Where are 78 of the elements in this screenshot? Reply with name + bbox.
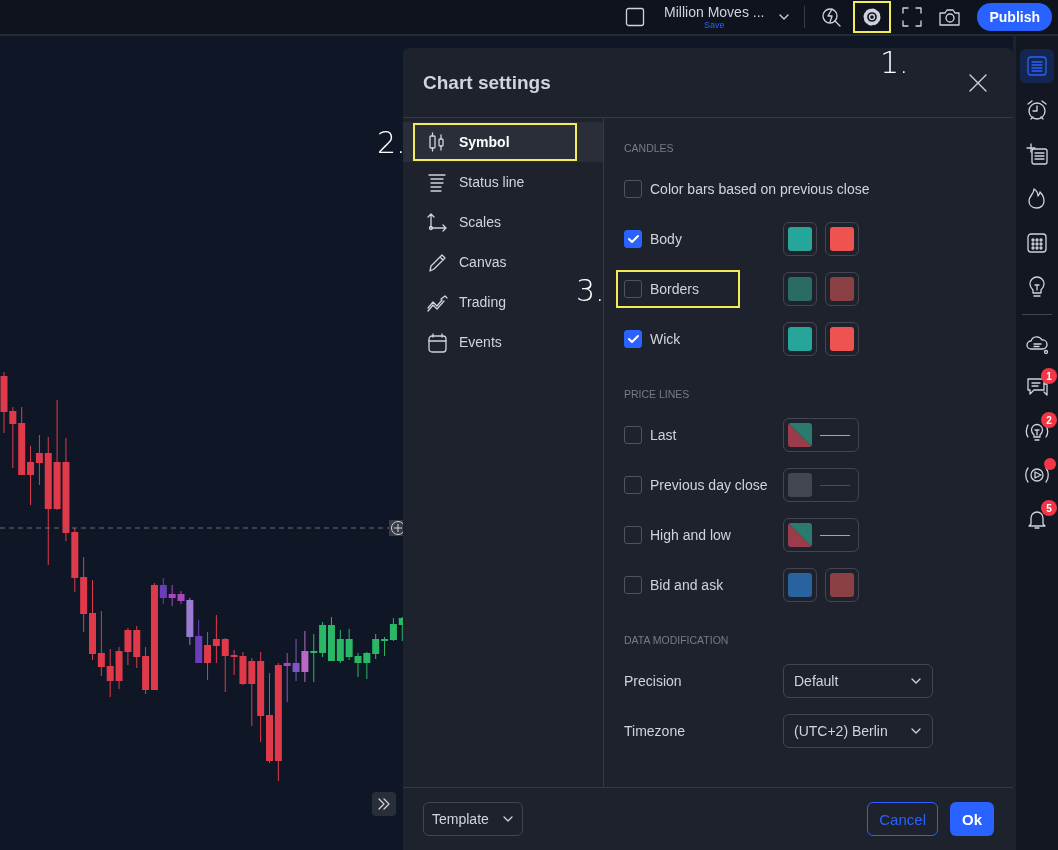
scroll-right-button[interactable]	[372, 792, 396, 816]
checkbox[interactable]	[624, 476, 642, 494]
add-note-icon	[1025, 142, 1049, 166]
color-swatch-button[interactable]	[825, 222, 859, 256]
color-swatch-button[interactable]	[825, 322, 859, 356]
checkbox[interactable]	[624, 526, 642, 544]
checkbox-label: Color bars based on previous close	[650, 181, 870, 197]
list-icon	[1025, 54, 1049, 78]
chevron-down-icon	[910, 726, 922, 736]
checkbox-label: Borders	[650, 281, 700, 297]
checkmark-icon	[626, 232, 640, 246]
save-link[interactable]: Save	[704, 20, 725, 30]
sidebar-button[interactable]: 5	[1020, 502, 1054, 536]
checkbox-label: Wick	[650, 331, 681, 347]
checkbox-label: Previous day close	[650, 477, 768, 493]
sidebar-button[interactable]: 1	[1020, 370, 1054, 404]
line-style-button[interactable]	[783, 418, 859, 452]
dialog-title: Chart settings	[423, 71, 551, 94]
color-swatch	[788, 423, 812, 447]
notification-badge: 5	[1041, 500, 1057, 516]
add-plus-icon[interactable]	[389, 520, 405, 536]
color-swatch-button[interactable]	[783, 568, 817, 602]
nav-item[interactable]: Scales	[403, 202, 510, 242]
nav-item[interactable]: Status line	[403, 162, 533, 202]
color-swatch	[788, 523, 812, 547]
calendar-icon	[1025, 230, 1049, 254]
axes-icon	[427, 211, 448, 233]
color-swatch-button[interactable]	[825, 568, 859, 602]
checkmark-icon	[626, 332, 640, 346]
checkbox-label: Body	[650, 231, 682, 247]
template-dropdown[interactable]: Template	[423, 802, 523, 836]
field-label: Precision	[624, 673, 683, 689]
nav-item[interactable]: Events	[403, 322, 510, 362]
camera-icon	[938, 6, 963, 28]
color-swatch-button[interactable]	[783, 272, 817, 306]
publish-button[interactable]: Publish	[977, 3, 1052, 31]
fullscreen-icon	[901, 6, 924, 28]
color-swatch	[788, 473, 812, 497]
section-heading: DATA MODIFICATION	[624, 633, 730, 648]
section-heading: PRICE LINES	[624, 387, 691, 402]
step-number: 3.	[576, 276, 605, 306]
checkbox-label: Bid and ask	[650, 577, 724, 593]
color-swatch-button[interactable]	[783, 222, 817, 256]
color-swatch-button[interactable]	[783, 322, 817, 356]
square-icon	[625, 7, 646, 27]
checkbox-label: High and low	[650, 527, 731, 543]
color-swatch-button[interactable]	[825, 272, 859, 306]
checkbox[interactable]	[624, 426, 642, 444]
chevron-down-icon	[910, 676, 922, 686]
checkbox[interactable]	[624, 180, 642, 198]
checkbox[interactable]	[624, 280, 642, 298]
nav-item[interactable]: Canvas	[403, 242, 515, 282]
checkbox[interactable]	[624, 576, 642, 594]
nav-item[interactable]: Symbol	[403, 122, 603, 162]
step-number: 1.	[880, 48, 909, 78]
step-number: 2.	[377, 128, 406, 158]
chevron-down-icon	[778, 12, 791, 22]
notification-badge: 2	[1041, 412, 1057, 428]
calendar-icon	[427, 331, 448, 353]
layout-title[interactable]: Million Moves ...	[664, 4, 765, 19]
settings-button[interactable]	[853, 1, 892, 33]
dropdown[interactable]: (UTC+2) Berlin	[783, 714, 933, 748]
section-heading: CANDLES	[624, 141, 675, 156]
close-icon	[968, 72, 988, 93]
dropdown[interactable]: Default	[783, 664, 933, 698]
checkbox[interactable]	[624, 330, 642, 348]
lines-icon	[427, 171, 448, 193]
line-style-button[interactable]	[783, 518, 859, 552]
alarm-clock-icon	[1025, 98, 1049, 122]
checkbox[interactable]	[624, 230, 642, 248]
chevron-down-icon	[502, 814, 514, 824]
checkbox-label: Last	[650, 427, 677, 443]
field-label: Timezone	[624, 723, 686, 739]
notification-badge: 1	[1041, 368, 1057, 384]
sidebar-button[interactable]: 2	[1020, 414, 1054, 448]
double-chevron-icon	[376, 796, 392, 812]
nav-item[interactable]: Trading	[403, 282, 514, 322]
ok-button[interactable]: Ok	[950, 802, 994, 836]
